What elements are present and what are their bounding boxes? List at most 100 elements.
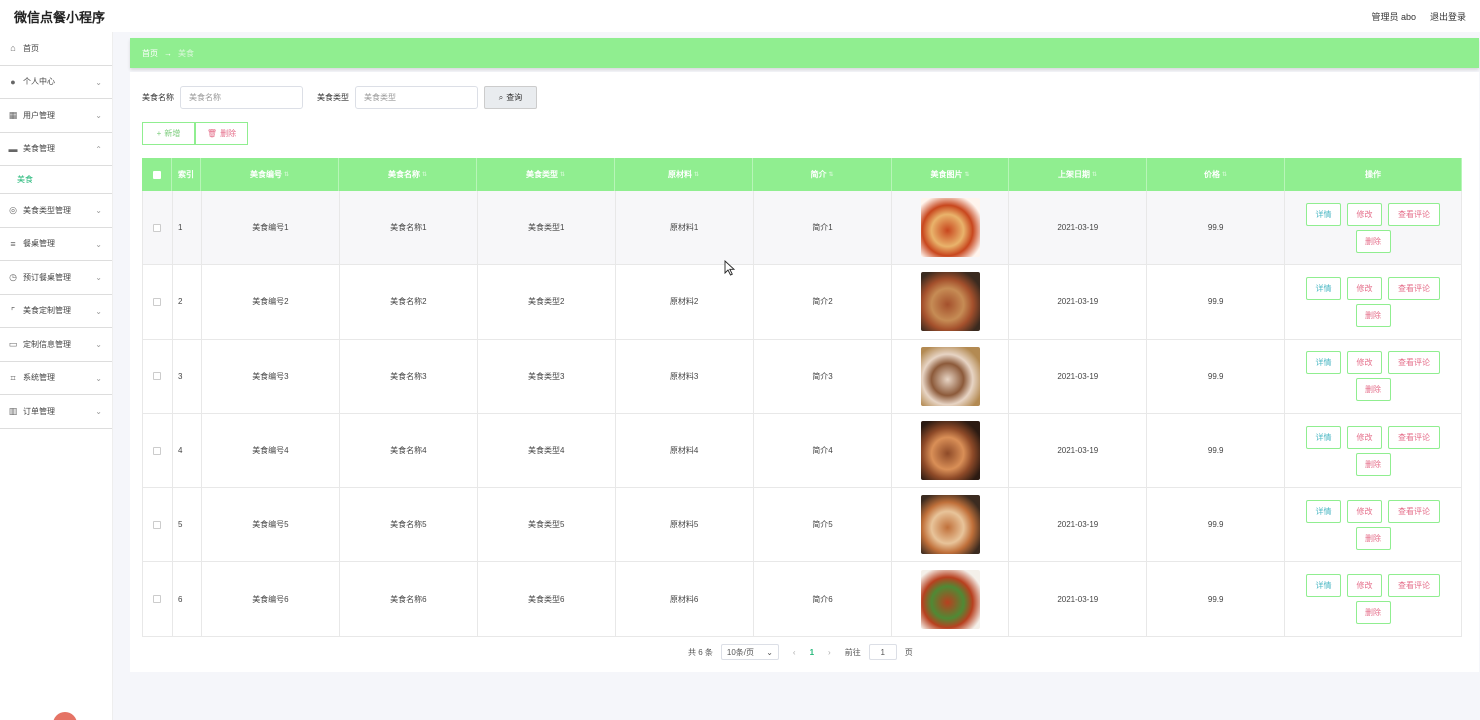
view-reviews-button[interactable]: 查看评论 — [1388, 351, 1441, 375]
food-image[interactable] — [920, 346, 980, 406]
row-checkbox[interactable] — [153, 595, 162, 604]
view-reviews-button[interactable]: 查看评论 — [1388, 499, 1441, 523]
sidebar-item-10[interactable]: ▥ 订单管理 ⌄ — [0, 395, 112, 429]
cell-name: 美食名称3 — [340, 339, 478, 413]
row-checkbox[interactable] — [153, 520, 162, 529]
sidebar-item-5[interactable]: ≡ 餐桌管理 ⌄ — [0, 228, 112, 261]
column-header[interactable]: 原材料 ⇅ — [615, 158, 753, 191]
select-all-checkbox[interactable] — [142, 158, 172, 191]
delete-button[interactable]: 删除 — [1355, 378, 1391, 402]
column-header[interactable]: 简介 ⇅ — [753, 158, 892, 191]
detail-button[interactable]: 详情 — [1306, 202, 1342, 226]
row-select-cell — [143, 562, 173, 636]
sort-icon[interactable]: ⇅ — [828, 171, 833, 178]
detail-button[interactable]: 详情 — [1306, 425, 1342, 449]
cell-date: 2021-03-19 — [1009, 562, 1148, 636]
sidebar-subitem-food[interactable]: 美食 — [0, 166, 112, 194]
detail-button[interactable]: 详情 — [1306, 351, 1342, 375]
page-size-value: 10条/页 — [726, 647, 755, 657]
column-header[interactable]: 美食类型 ⇅ — [477, 158, 615, 191]
column-header[interactable]: 美食名称 ⇅ — [339, 158, 477, 191]
view-reviews-button[interactable]: 查看评论 — [1388, 425, 1441, 449]
row-checkbox[interactable] — [153, 446, 162, 455]
chevron-icon: ⌄ — [95, 273, 102, 282]
sort-icon[interactable]: ⇅ — [1092, 171, 1097, 178]
edit-button[interactable]: 修改 — [1347, 499, 1383, 523]
batch-delete-button[interactable]: 🗑 删除 — [195, 122, 248, 145]
cell-intro: 简介3 — [754, 339, 893, 413]
food-image[interactable] — [920, 198, 980, 258]
sidebar-item-8[interactable]: ▭ 定制信息管理 ⌄ — [0, 328, 112, 362]
food-name-input[interactable]: 美食名称 — [180, 86, 303, 109]
sidebar-item-6[interactable]: ◷ 预订餐桌管理 ⌄ — [0, 261, 112, 295]
next-page-button[interactable]: › — [822, 648, 837, 657]
delete-button[interactable]: 删除 — [1355, 229, 1391, 253]
add-button[interactable]: + 新增 — [142, 122, 195, 145]
cell-image — [892, 191, 1010, 265]
sort-icon[interactable]: ⇅ — [1222, 171, 1227, 178]
cell-material: 原材料5 — [616, 488, 754, 562]
prev-page-button[interactable]: ‹ — [787, 648, 802, 657]
chevron-icon: ⌄ — [95, 206, 102, 215]
column-header[interactable]: 上架日期 ⇅ — [1009, 158, 1147, 191]
detail-button[interactable]: 详情 — [1306, 276, 1342, 300]
page-number-current[interactable]: 1 — [810, 648, 814, 657]
sort-icon[interactable]: ⇅ — [284, 171, 289, 178]
column-header[interactable]: 美食编号 ⇅ — [201, 158, 339, 191]
cell-operations: 详情 修改 查看评论删除 — [1285, 339, 1462, 413]
view-reviews-button[interactable]: 查看评论 — [1388, 202, 1441, 226]
logout-link[interactable]: 退出登录 — [1430, 10, 1466, 23]
sidebar-item-1[interactable]: ● 个人中心 ⌄ — [0, 66, 112, 99]
row-checkbox[interactable] — [153, 372, 162, 381]
edit-button[interactable]: 修改 — [1347, 574, 1383, 598]
cell-date: 2021-03-19 — [1009, 191, 1148, 265]
sliders-icon: ≡ — [10, 238, 16, 249]
delete-button[interactable]: 删除 — [1355, 526, 1391, 550]
edit-button[interactable]: 修改 — [1347, 425, 1383, 449]
food-image[interactable] — [920, 495, 980, 555]
sidebar-item-9[interactable]: ⌗ 系统管理 ⌄ — [0, 362, 112, 395]
sidebar-item-4[interactable]: ◎ 美食类型管理 ⌄ — [0, 194, 112, 228]
sidebar-item-3[interactable]: ▬ 美食管理 ⌃ — [0, 133, 112, 166]
sidebar-item-2[interactable]: ▦ 用户管理 ⌄ — [0, 99, 112, 133]
detail-button[interactable]: 详情 — [1306, 574, 1342, 598]
food-image[interactable] — [920, 569, 980, 629]
sort-icon[interactable]: ⇅ — [964, 171, 969, 178]
column-header: 索引 — [172, 158, 201, 191]
column-header[interactable]: 美食图片 ⇅ — [892, 158, 1009, 191]
delete-button[interactable]: 删除 — [1355, 601, 1391, 625]
sidebar-item-label: 用户管理 — [23, 110, 55, 120]
sort-icon[interactable]: ⇅ — [694, 171, 699, 178]
page-size-select[interactable]: 10条/页 ⌄ — [720, 644, 779, 660]
cell-code: 美食编号5 — [202, 488, 340, 562]
row-checkbox[interactable] — [153, 223, 162, 232]
food-type-input[interactable]: 美食类型 — [355, 86, 478, 109]
sidebar-item-label: 预订餐桌管理 — [23, 272, 71, 282]
add-button-label: 新增 — [164, 129, 181, 138]
edit-button[interactable]: 修改 — [1347, 276, 1383, 300]
view-reviews-button[interactable]: 查看评论 — [1388, 276, 1441, 300]
sidebar-item-0[interactable]: ⌂ 首页 — [0, 32, 112, 66]
sort-icon[interactable]: ⇅ — [422, 171, 427, 178]
food-image[interactable] — [920, 272, 980, 332]
cell-material: 原材料4 — [616, 413, 754, 488]
delete-button[interactable]: 删除 — [1355, 452, 1391, 476]
food-image[interactable] — [920, 421, 980, 481]
edit-button[interactable]: 修改 — [1347, 351, 1383, 375]
breadcrumb-home[interactable]: 首页 — [142, 48, 158, 59]
column-header-label: 简介 — [810, 170, 827, 179]
action-buttons: + 新增 🗑 删除 — [142, 122, 248, 145]
cell-code: 美食编号4 — [202, 413, 340, 488]
row-checkbox[interactable] — [153, 297, 162, 306]
cell-date: 2021-03-19 — [1009, 413, 1148, 488]
sidebar: ⌂ 首页 ● 个人中心 ⌄ ▦ 用户管理 ⌄ ▬ 美食管理 ⌃ 美食 ◎ 美食类型管理 ⌄ ≡ 餐桌管理 ⌄ ◷ 预订… — [0, 32, 113, 720]
goto-page-input[interactable]: 1 — [868, 644, 897, 660]
sidebar-item-7[interactable]: ⌜ 美食定制管理 ⌄ — [0, 295, 112, 328]
sort-icon[interactable]: ⇅ — [560, 171, 565, 178]
column-header[interactable]: 价格 ⇅ — [1147, 158, 1285, 191]
view-reviews-button[interactable]: 查看评论 — [1388, 574, 1441, 598]
detail-button[interactable]: 详情 — [1306, 499, 1342, 523]
delete-button[interactable]: 删除 — [1355, 303, 1391, 327]
edit-button[interactable]: 修改 — [1347, 202, 1383, 226]
query-button[interactable]: ⌕ 查询 — [484, 86, 537, 109]
